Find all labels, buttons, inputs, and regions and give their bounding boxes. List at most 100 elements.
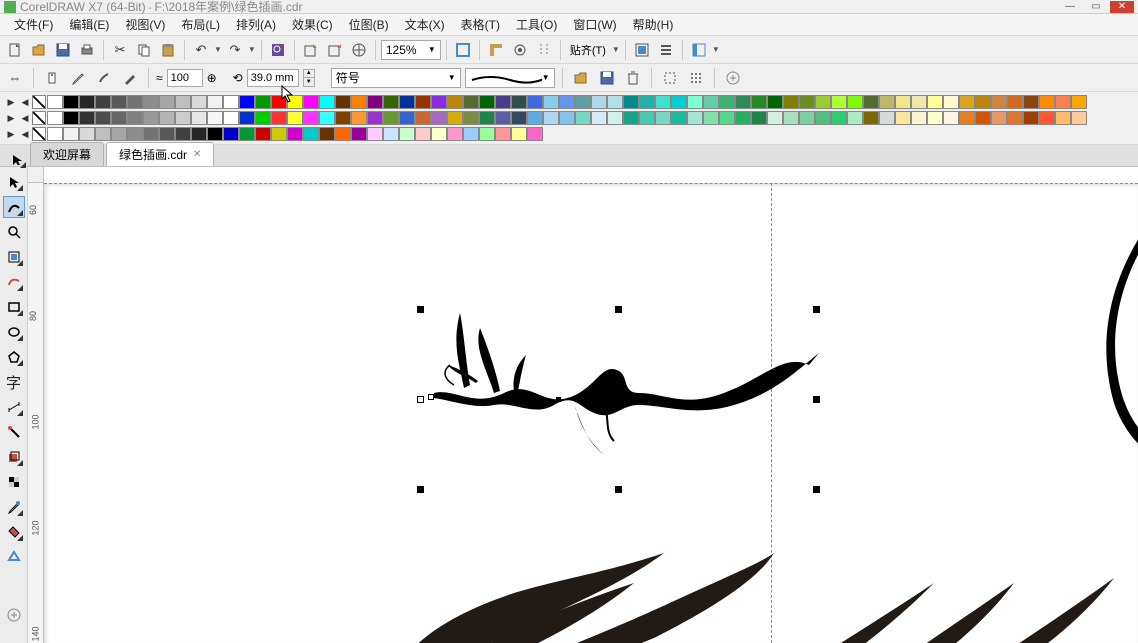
undo-button[interactable]: ↶▼ [190,39,222,61]
color-swatch[interactable] [527,95,543,109]
color-swatch[interactable] [463,127,479,141]
color-swatch[interactable] [47,95,63,109]
color-swatch[interactable] [351,95,367,109]
save-preset-button[interactable] [596,67,618,89]
color-swatch[interactable] [703,111,719,125]
snap-to-button[interactable]: 贴齐(T)▼ [566,42,620,58]
menu-tools[interactable]: 工具(O) [508,14,565,35]
menu-file[interactable]: 文件(F) [6,14,61,35]
color-swatch[interactable] [207,111,223,125]
color-swatch[interactable] [623,111,639,125]
color-swatch[interactable] [591,95,607,109]
color-swatch[interactable] [527,127,543,141]
close-button[interactable]: ✕ [1110,1,1134,13]
color-swatch[interactable] [1071,95,1087,109]
color-swatch[interactable] [223,95,239,109]
open-button[interactable] [28,39,50,61]
color-swatch[interactable] [655,111,671,125]
color-swatch[interactable] [927,95,943,109]
tab-close-icon[interactable]: ✕ [193,149,201,160]
tab-welcome[interactable]: 欢迎屏幕 [30,142,104,166]
color-swatch[interactable] [943,95,959,109]
rectangle-tool[interactable] [3,296,25,318]
color-swatch[interactable] [431,111,447,125]
color-swatch[interactable] [799,95,815,109]
color-swatch[interactable] [895,111,911,125]
new-doc-button[interactable] [4,39,26,61]
color-swatch[interactable] [47,111,63,125]
color-swatch[interactable] [351,127,367,141]
color-swatch[interactable] [463,111,479,125]
menu-arrange[interactable]: 排列(A) [228,14,284,35]
palette-arrow-left-0[interactable]: ◀ [18,97,32,108]
stroke-preset-select[interactable]: ▼ [465,68,555,88]
color-swatch[interactable] [575,111,591,125]
menu-layout[interactable]: 布局(L) [173,14,228,35]
color-swatch[interactable] [511,127,527,141]
color-swatch[interactable] [207,95,223,109]
color-swatch[interactable] [287,111,303,125]
maximize-button[interactable]: ▭ [1084,1,1108,13]
color-swatch[interactable] [559,95,575,109]
ellipse-tool[interactable] [3,321,25,343]
color-swatch[interactable] [975,95,991,109]
color-swatch[interactable] [127,111,143,125]
color-swatch[interactable] [479,111,495,125]
palette-flyout-0[interactable]: ▶ [4,97,18,108]
selection-handle-tr[interactable] [813,306,820,313]
selection-handle-br[interactable] [813,486,820,493]
color-swatch[interactable] [767,111,783,125]
color-swatch[interactable] [943,111,959,125]
color-swatch[interactable] [191,111,207,125]
color-swatch[interactable] [79,95,95,109]
color-swatch[interactable] [719,95,735,109]
color-swatch[interactable] [383,127,399,141]
color-swatch[interactable] [703,95,719,109]
no-color-swatch-2[interactable] [32,127,46,141]
color-swatch[interactable] [159,127,175,141]
color-swatch[interactable] [1007,111,1023,125]
color-swatch[interactable] [511,95,527,109]
color-swatch[interactable] [239,111,255,125]
color-swatch[interactable] [927,111,943,125]
selection-handle-tl[interactable] [417,306,424,313]
transparency-tool[interactable] [3,471,25,493]
color-swatch[interactable] [95,127,111,141]
options-button[interactable] [631,39,653,61]
color-swatch[interactable] [175,111,191,125]
color-swatch[interactable] [431,95,447,109]
color-swatch[interactable] [47,127,63,141]
color-swatch[interactable] [463,95,479,109]
menu-bitmap[interactable]: 位图(B) [341,14,397,35]
minimize-button[interactable]: — [1058,1,1082,13]
color-swatch[interactable] [607,111,623,125]
color-swatch[interactable] [255,111,271,125]
menu-text[interactable]: 文本(X) [397,14,453,35]
color-swatch[interactable] [575,95,591,109]
color-swatch[interactable] [591,111,607,125]
color-swatch[interactable] [415,111,431,125]
color-swatch[interactable] [623,95,639,109]
color-swatch[interactable] [495,127,511,141]
color-swatch[interactable] [719,111,735,125]
palette-arrow-left-1[interactable]: ◀ [18,113,32,124]
color-swatch[interactable] [95,111,111,125]
color-swatch[interactable] [639,95,655,109]
delete-preset-button[interactable] [622,67,644,89]
dimension-tool[interactable] [3,396,25,418]
color-swatch[interactable] [975,111,991,125]
color-swatch[interactable] [479,95,495,109]
tab-active-document[interactable]: 绿色插画.cdr✕ [106,142,214,166]
color-swatch[interactable] [143,95,159,109]
color-swatch[interactable] [911,95,927,109]
color-swatch[interactable] [783,95,799,109]
font-category-select[interactable]: 符号▼ [331,68,461,88]
app-launcher-button[interactable] [655,39,677,61]
no-color-swatch-1[interactable] [32,111,46,125]
menu-effects[interactable]: 效果(C) [284,14,341,35]
node-indicator[interactable] [428,394,434,400]
color-swatch[interactable] [415,95,431,109]
color-swatch[interactable] [191,127,207,141]
color-swatch[interactable] [1055,111,1071,125]
smoothing-input[interactable]: 100 [167,69,203,87]
